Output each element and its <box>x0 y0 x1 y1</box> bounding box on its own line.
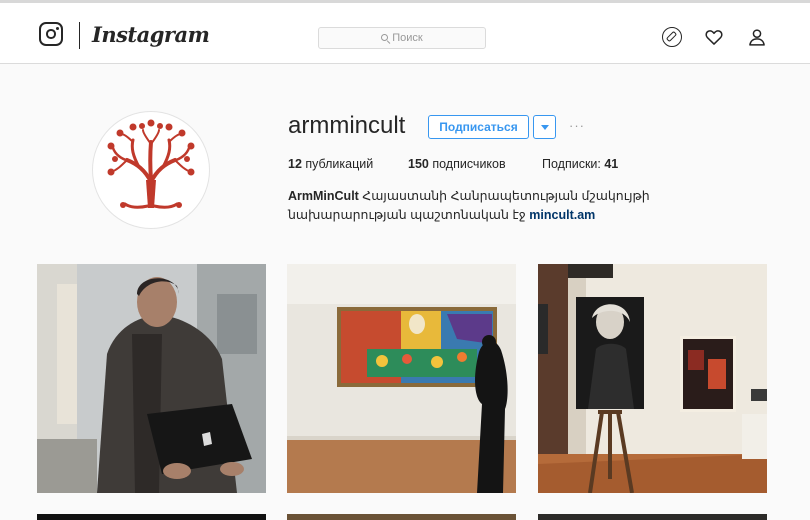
followers-stat[interactable]: 150 подписчиков <box>408 157 506 171</box>
profile-avatar[interactable] <box>92 111 210 229</box>
exhibition-easel-photo <box>538 264 767 493</box>
follow-button[interactable]: Подписаться <box>428 115 529 139</box>
post-thumbnail[interactable] <box>37 264 266 493</box>
man-with-laptop-photo <box>37 264 266 493</box>
profile-username: armmincult <box>288 112 406 139</box>
tree-emblem-icon <box>107 119 195 209</box>
instagram-logo-icon[interactable] <box>39 22 63 46</box>
post-thumbnail-partial[interactable] <box>37 514 266 520</box>
search-icon <box>381 34 389 41</box>
suggestions-dropdown-button[interactable] <box>533 115 556 139</box>
person-icon[interactable] <box>747 27 767 47</box>
top-navigation-bar: Instagram Поиск <box>0 3 810 64</box>
posts-stat: 12 публикаций <box>288 157 374 171</box>
search-input[interactable]: Поиск <box>318 27 486 49</box>
search-placeholder: Поиск <box>392 32 423 44</box>
bio-name: ArmMinCult <box>288 189 359 203</box>
logo-divider <box>79 22 80 49</box>
compass-icon[interactable] <box>662 27 682 47</box>
post-thumbnail-partial[interactable] <box>538 514 767 520</box>
bio-website-link[interactable]: mincult.am <box>529 208 595 222</box>
post-thumbnail-partial[interactable] <box>287 514 516 520</box>
instagram-wordmark[interactable]: Instagram <box>92 22 210 47</box>
more-options-button[interactable]: ··· <box>569 119 591 132</box>
profile-bio: ArmMinCult Հայաստանի Հանրապետության մշակ… <box>288 187 758 225</box>
heart-icon[interactable] <box>704 27 724 47</box>
following-stat[interactable]: Подписки: 41 <box>542 157 618 171</box>
post-thumbnail[interactable] <box>287 264 516 493</box>
gallery-painting-photo <box>287 264 516 493</box>
post-thumbnail[interactable] <box>538 264 767 493</box>
